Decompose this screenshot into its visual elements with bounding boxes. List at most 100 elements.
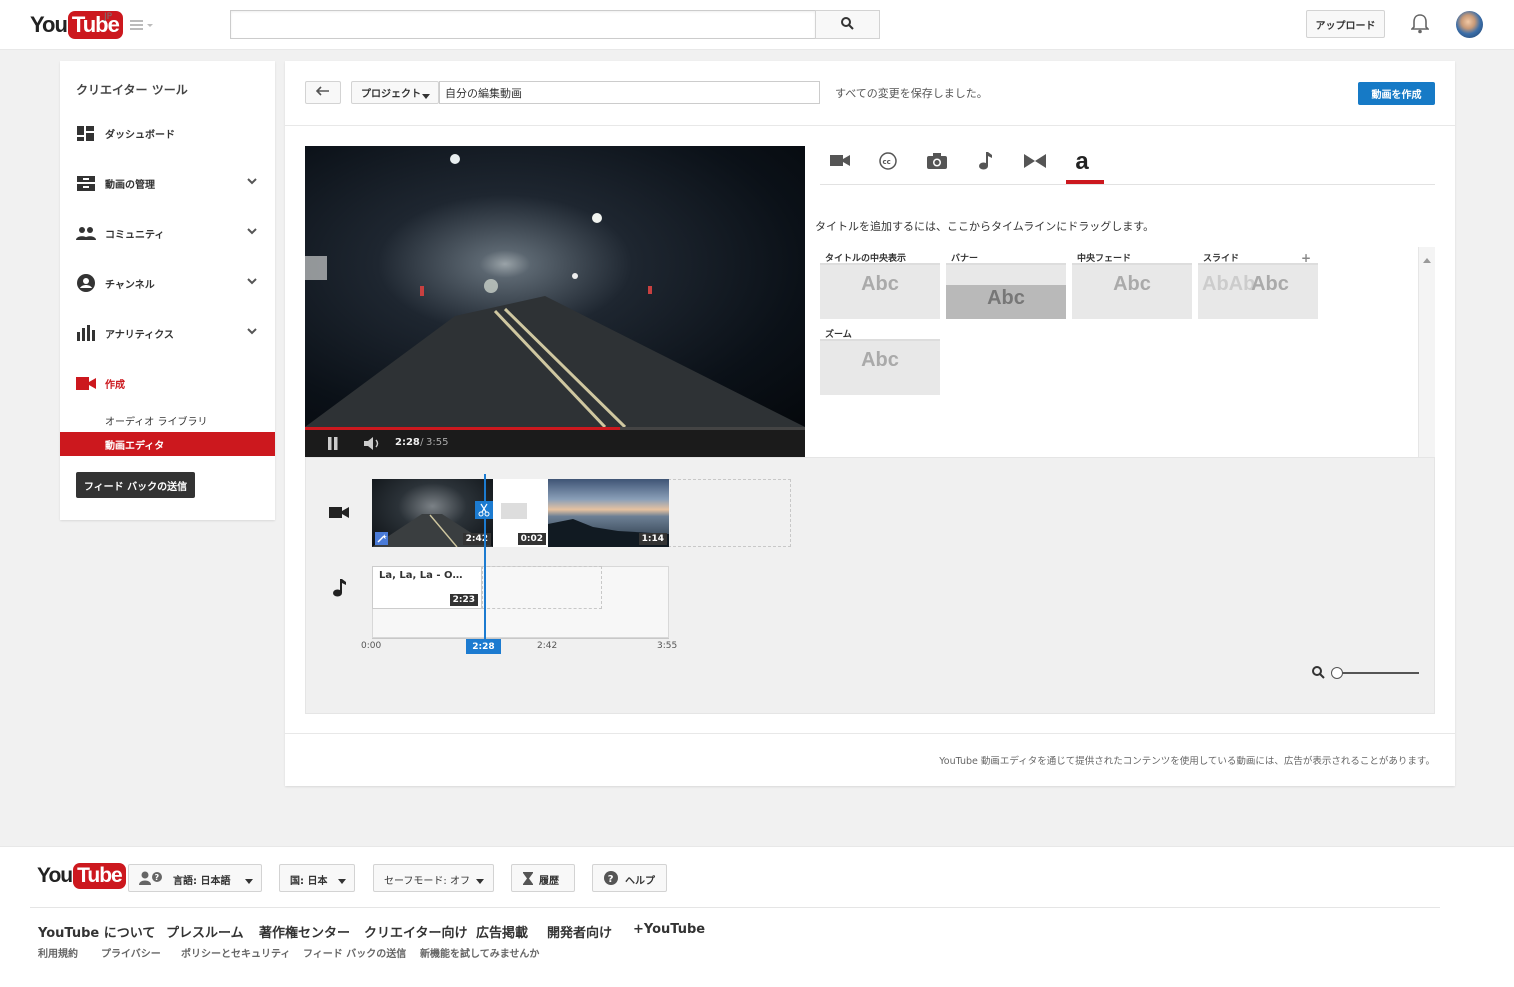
scissors-icon (478, 503, 490, 520)
enhance-wand-icon[interactable] (375, 532, 388, 545)
footer-youtube-logo[interactable]: You Tube (37, 863, 126, 889)
footer-link-copyright[interactable]: 著作権センター (259, 922, 350, 941)
sidebar-item-create[interactable]: 作成 (60, 369, 275, 397)
history-label: 履歴 (539, 876, 559, 887)
add-plus-icon[interactable]: + (1301, 251, 1311, 265)
total-time: 3:55 (426, 437, 449, 448)
volume-icon[interactable] (363, 436, 383, 454)
photo-tab[interactable] (922, 147, 952, 177)
clip-duration: 1:14 (638, 533, 667, 545)
gallery-scrollbar[interactable] (1418, 247, 1435, 458)
svg-text:?: ? (155, 873, 160, 882)
svg-text:cc: cc (883, 158, 891, 166)
text-tab[interactable]: a (1067, 147, 1097, 177)
time-ruler (372, 638, 669, 639)
zoom-slider-handle[interactable] (1331, 667, 1343, 679)
cc-tab[interactable]: cc (873, 147, 903, 177)
clip-duration: 2:42 (462, 533, 491, 545)
sidebar-item-label: 作成 (105, 379, 125, 391)
drag-hint: タイトルを追加するには、ここからタイムラインにドラッグします。 (815, 220, 1155, 233)
audio-clip-title: La, La, La - O… (379, 570, 463, 581)
country-picker-button[interactable]: 国: 日本 (279, 864, 355, 892)
tabs-divider (820, 184, 1435, 185)
project-dropdown[interactable]: プロジェクト (351, 81, 439, 104)
language-picker-button[interactable]: ? 言語: 日本語 (128, 864, 262, 892)
title-template-zoom[interactable]: ズーム Abc (820, 327, 940, 395)
video-player[interactable]: 2:28 / 3:55 (305, 146, 805, 457)
footer-link-terms[interactable]: 利用規約 (38, 945, 78, 960)
timeline-clip-sunset[interactable]: 1:14 (548, 479, 669, 547)
title-template-center[interactable]: タイトルの中央表示 Abc (820, 251, 940, 319)
sidebar-item-video-manager[interactable]: 動画の管理 (60, 169, 275, 197)
community-icon (76, 223, 96, 243)
caret-down-icon (245, 876, 253, 887)
avatar[interactable] (1456, 11, 1483, 38)
sidebar-item-channel[interactable]: チャンネル (60, 269, 275, 297)
zoom-slider[interactable] (1334, 672, 1419, 674)
video-camera-icon (830, 154, 850, 170)
back-button[interactable] (305, 81, 341, 104)
tick-label: 0:00 (361, 641, 382, 651)
footer: You Tube ? 言語: 日本語 国: 日本 セーフモード: オフ 履歴 ? … (0, 846, 1514, 987)
search-button[interactable] (815, 10, 880, 39)
footer-link-about[interactable]: YouTube について (38, 922, 155, 941)
template-name: 中央フェード (1072, 251, 1192, 265)
create-video-button[interactable]: 動画を作成 (1358, 82, 1435, 105)
audio-track-icon (332, 579, 346, 600)
sidebar-item-community[interactable]: コミュニティ (60, 219, 275, 247)
split-clip-button[interactable] (475, 501, 493, 519)
language-label: 言語: 日本語 (173, 876, 231, 887)
playhead-time-label[interactable]: 2:28 (466, 639, 501, 654)
progress-bar[interactable] (305, 427, 805, 430)
audio-clip[interactable]: La, La, La - O… 2:23 (372, 566, 482, 609)
region-code: JP (104, 12, 113, 22)
footer-link-feedback[interactable]: フィード バックの送信 (303, 945, 406, 960)
footer-link-press[interactable]: プレスルーム (166, 922, 244, 941)
chevron-down-icon[interactable] (246, 225, 258, 240)
svg-text:?: ? (608, 874, 614, 885)
template-preview-text: Abc (861, 273, 899, 295)
text-a-icon: a (1075, 148, 1089, 175)
sidebar-subitem-video-editor[interactable]: 動画エディタ (60, 432, 275, 456)
audio-drop-zone[interactable] (482, 566, 602, 609)
video-drop-zone[interactable] (668, 479, 791, 547)
chevron-down-icon[interactable] (246, 275, 258, 290)
footer-link-privacy[interactable]: プライバシー (101, 945, 161, 960)
sidebar-item-analytics[interactable]: アナリティクス (60, 319, 275, 347)
video-frame-art (305, 154, 805, 427)
search-input[interactable] (230, 10, 816, 39)
video-tab[interactable] (825, 147, 855, 177)
progress-fill (305, 427, 620, 430)
upload-button[interactable]: アップロード (1306, 10, 1385, 38)
template-preview-text: Abc (1251, 273, 1289, 295)
notifications-bell-icon[interactable] (1410, 14, 1430, 37)
help-button[interactable]: ? ヘルプ (592, 864, 667, 892)
chevron-down-icon[interactable] (246, 175, 258, 190)
footer-link-developers[interactable]: 開発者向け (547, 922, 612, 941)
pause-icon[interactable] (327, 437, 339, 453)
sidebar-item-dashboard[interactable]: ダッシュボード (60, 119, 275, 147)
music-tab[interactable] (970, 147, 1000, 177)
chevron-down-icon[interactable] (246, 325, 258, 340)
send-feedback-button[interactable]: フィード バックの送信 (76, 472, 195, 498)
music-note-icon (978, 151, 992, 173)
video-manager-icon (76, 173, 96, 193)
project-name-input[interactable] (439, 81, 820, 104)
title-template-center-fade[interactable]: 中央フェード Abc (1072, 251, 1192, 319)
guide-menu-icon[interactable] (130, 18, 156, 35)
sidebar-subitem-audio-library[interactable]: オーディオ ライブラリ (105, 413, 207, 428)
footer-link-policy-safety[interactable]: ポリシーとセキュリティ (181, 945, 290, 960)
footer-link-try-new[interactable]: 新機能を試してみませんか (420, 945, 539, 960)
footer-link-creators[interactable]: クリエイター向け (364, 922, 467, 941)
scroll-up-arrow-icon[interactable] (1423, 253, 1431, 266)
title-template-banner[interactable]: バナー Abc (946, 251, 1066, 319)
transition-tab[interactable] (1020, 147, 1050, 177)
title-template-slide[interactable]: スライド + AbAb Abc (1198, 251, 1318, 319)
history-button[interactable]: 履歴 (511, 864, 575, 892)
safety-mode-button[interactable]: セーフモード: オフ (373, 864, 494, 892)
footer-link-advertise[interactable]: 広告掲載 (476, 922, 528, 941)
safety-label: セーフモード: オフ (384, 876, 470, 887)
timeline-clip-transition[interactable]: 0:02 (493, 479, 548, 547)
footer-link-plus-youtube[interactable]: +YouTube (633, 922, 705, 937)
hourglass-icon (523, 872, 533, 888)
